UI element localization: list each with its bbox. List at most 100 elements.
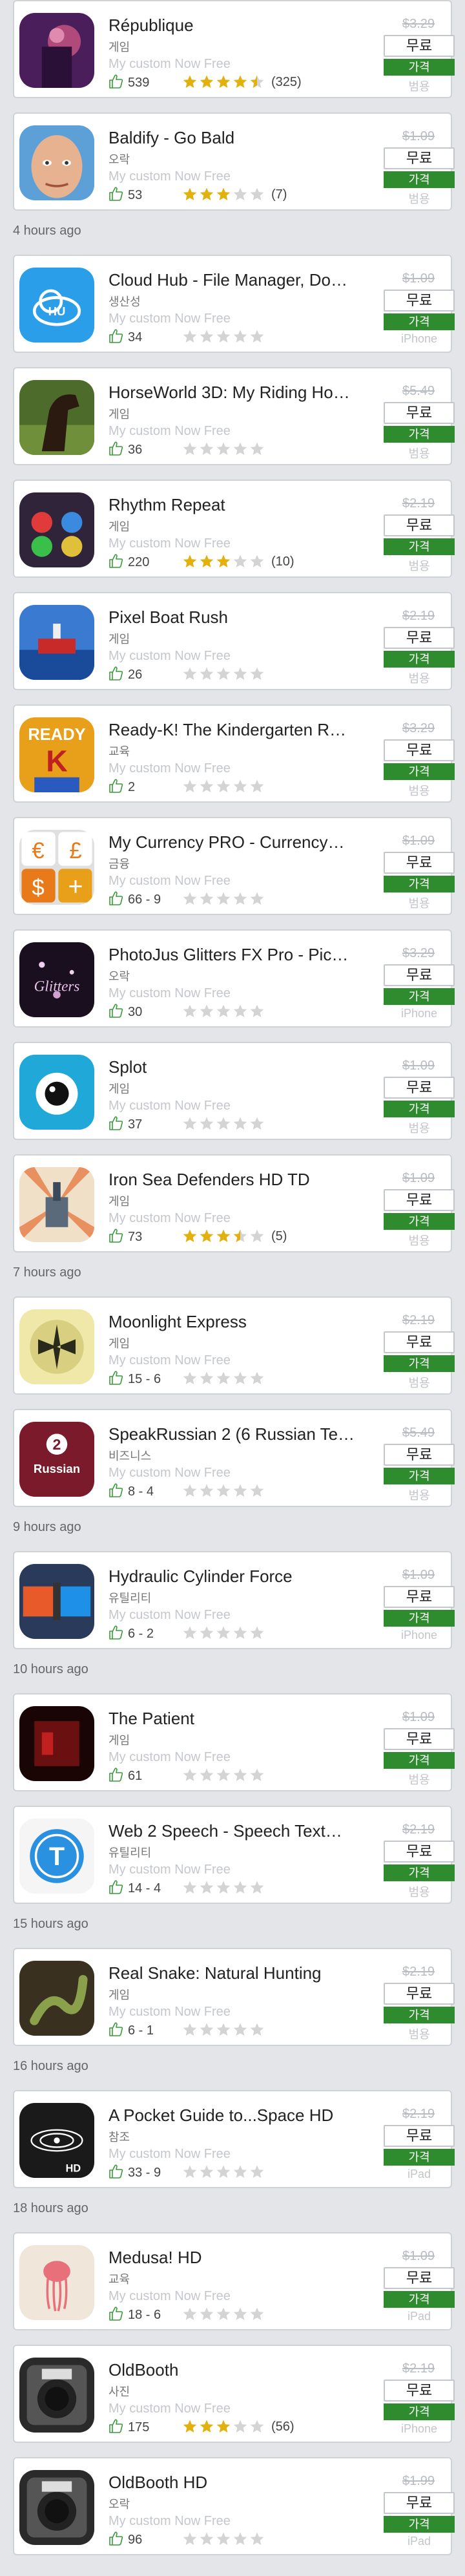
space-guide-icon[interactable]: HD	[19, 2103, 94, 2178]
app-card[interactable]: République 게임 My custom Now Free 539 (32…	[13, 0, 455, 98]
likes-counter[interactable]: 6 - 1	[108, 2022, 154, 2038]
app-title[interactable]: Iron Sea Defenders HD TD	[108, 1170, 373, 1190]
likes-counter[interactable]: 15 - 6	[108, 1370, 161, 1387]
price-button[interactable]: 가격	[384, 1355, 455, 1372]
glitters-icon[interactable]: Glitters	[19, 942, 94, 1017]
bald-face-icon[interactable]	[19, 125, 94, 200]
app-title[interactable]: Baldify - Go Bald	[108, 128, 373, 148]
price-button[interactable]: 가격	[384, 876, 455, 892]
price-button[interactable]: 가격	[384, 988, 455, 1005]
currency-icon[interactable]: € £ $ +	[19, 830, 94, 905]
app-title[interactable]: Splot	[108, 1057, 373, 1077]
price-button[interactable]: 가격	[384, 171, 455, 188]
likes-counter[interactable]: 37	[108, 1115, 142, 1132]
pixel-boat-icon[interactable]	[19, 605, 94, 680]
likes-counter[interactable]: 30	[108, 1003, 142, 1020]
oldbooth-camera-icon[interactable]	[19, 2470, 94, 2545]
price-button[interactable]: 가격	[384, 2403, 455, 2420]
likes-counter[interactable]: 18 - 6	[108, 2306, 161, 2323]
free-button[interactable]: 무료	[384, 1841, 455, 1863]
app-card[interactable]: Iron Sea Defenders HD TD 게임 My custom No…	[13, 1154, 455, 1252]
app-card[interactable]: HD A Pocket Guide to...Space HD 참조 My cu…	[13, 2090, 455, 2188]
likes-counter[interactable]: 220	[108, 553, 149, 570]
free-button[interactable]: 무료	[384, 852, 455, 874]
app-card[interactable]: € £ $ + My Currency PRO - Currency… 금융 My c…	[13, 817, 455, 915]
free-button[interactable]: 무료	[384, 1586, 455, 1608]
app-title[interactable]: HorseWorld 3D: My Riding Ho…	[108, 383, 373, 403]
app-card[interactable]: HorseWorld 3D: My Riding Ho… 게임 My custo…	[13, 367, 455, 465]
free-button[interactable]: 무료	[384, 2380, 455, 2402]
app-title[interactable]: Pixel Boat Rush	[108, 607, 373, 628]
price-button[interactable]: 가격	[384, 763, 455, 780]
patient-icon[interactable]	[19, 1706, 94, 1781]
free-button[interactable]: 무료	[384, 402, 455, 424]
app-title[interactable]: Web 2 Speech - Speech Text…	[108, 1821, 373, 1841]
free-button[interactable]: 무료	[384, 739, 455, 761]
price-button[interactable]: 가격	[384, 2007, 455, 2023]
likes-counter[interactable]: 53	[108, 186, 142, 203]
app-title[interactable]: République	[108, 16, 373, 36]
likes-counter[interactable]: 73	[108, 1228, 142, 1245]
free-button[interactable]: 무료	[384, 1331, 455, 1353]
republique-icon[interactable]	[19, 13, 94, 88]
app-card[interactable]: OldBooth 사진 My custom Now Free 175 (56) …	[13, 2345, 455, 2443]
likes-counter[interactable]: 14 - 4	[108, 1879, 161, 1896]
splot-eye-icon[interactable]	[19, 1055, 94, 1130]
horse-icon[interactable]	[19, 380, 94, 455]
app-card[interactable]: Real Snake: Natural Hunting 게임 My custom…	[13, 1948, 455, 2046]
price-button[interactable]: 가격	[384, 1610, 455, 1627]
app-card[interactable]: Moonlight Express 게임 My custom Now Free …	[13, 1296, 455, 1395]
likes-counter[interactable]: 96	[108, 2531, 142, 2548]
free-button[interactable]: 무료	[384, 1983, 455, 2005]
app-title[interactable]: Hydraulic Cylinder Force	[108, 1567, 373, 1587]
price-button[interactable]: 가격	[384, 1468, 455, 1484]
app-card[interactable]: The Patient 게임 My custom Now Free 61 $1.…	[13, 1693, 455, 1791]
free-button[interactable]: 무료	[384, 35, 455, 57]
app-card[interactable]: Pixel Boat Rush 게임 My custom Now Free 26…	[13, 592, 455, 690]
cloud-hub-icon[interactable]: HU	[19, 268, 94, 343]
likes-counter[interactable]: 36	[108, 441, 142, 458]
app-card[interactable]: Rhythm Repeat 게임 My custom Now Free 220 …	[13, 480, 455, 578]
app-title[interactable]: OldBooth HD	[108, 2473, 373, 2493]
price-button[interactable]: 가격	[384, 1101, 455, 1117]
likes-counter[interactable]: 26	[108, 666, 142, 682]
likes-counter[interactable]: 2	[108, 778, 135, 795]
price-button[interactable]: 가격	[384, 2291, 455, 2308]
moonlight-icon[interactable]	[19, 1309, 94, 1384]
price-button[interactable]: 가격	[384, 2149, 455, 2166]
price-button[interactable]: 가격	[384, 313, 455, 330]
snake-icon[interactable]	[19, 1961, 94, 2036]
likes-counter[interactable]: 33 - 9	[108, 2164, 161, 2180]
app-card[interactable]: HU Cloud Hub - File Manager, Do… 생산성 My …	[13, 255, 455, 353]
app-title[interactable]: PhotoJus Glitters FX Pro - Pic…	[108, 945, 373, 965]
app-card[interactable]: Medusa! HD 교육 My custom Now Free 18 - 6 …	[13, 2232, 455, 2330]
app-title[interactable]: Cloud Hub - File Manager, Do…	[108, 270, 373, 290]
price-button[interactable]: 가격	[384, 2516, 455, 2533]
app-title[interactable]: The Patient	[108, 1709, 373, 1729]
app-title[interactable]: Medusa! HD	[108, 2248, 373, 2268]
app-card[interactable]: Baldify - Go Bald 오락 My custom Now Free …	[13, 112, 455, 211]
free-button[interactable]: 무료	[384, 964, 455, 986]
free-button[interactable]: 무료	[384, 514, 455, 536]
rhythm-drums-icon[interactable]	[19, 492, 94, 567]
iron-sea-icon[interactable]	[19, 1167, 94, 1242]
free-button[interactable]: 무료	[384, 1077, 455, 1099]
app-title[interactable]: Rhythm Repeat	[108, 495, 373, 515]
ready-k-icon[interactable]: READY K	[19, 717, 94, 792]
medusa-icon[interactable]	[19, 2245, 94, 2320]
free-button[interactable]: 무료	[384, 2492, 455, 2514]
app-title[interactable]: Ready-K! The Kindergarten R…	[108, 720, 373, 740]
app-card[interactable]: Glitters PhotoJus Glitters FX Pro - Pic……	[13, 929, 455, 1028]
app-card[interactable]: T Web 2 Speech - Speech Text… 유틸리티 My cu…	[13, 1806, 455, 1904]
likes-counter[interactable]: 34	[108, 328, 142, 345]
price-button[interactable]: 가격	[384, 1213, 455, 1230]
free-button[interactable]: 무료	[384, 147, 455, 169]
price-button[interactable]: 가격	[384, 538, 455, 555]
free-button[interactable]: 무료	[384, 1728, 455, 1750]
app-title[interactable]: Moonlight Express	[108, 1312, 373, 1332]
free-button[interactable]: 무료	[384, 627, 455, 649]
free-button[interactable]: 무료	[384, 2267, 455, 2289]
likes-counter[interactable]: 8 - 4	[108, 1483, 154, 1499]
oldbooth-camera-icon[interactable]	[19, 2358, 94, 2433]
price-button[interactable]: 가격	[384, 1864, 455, 1881]
